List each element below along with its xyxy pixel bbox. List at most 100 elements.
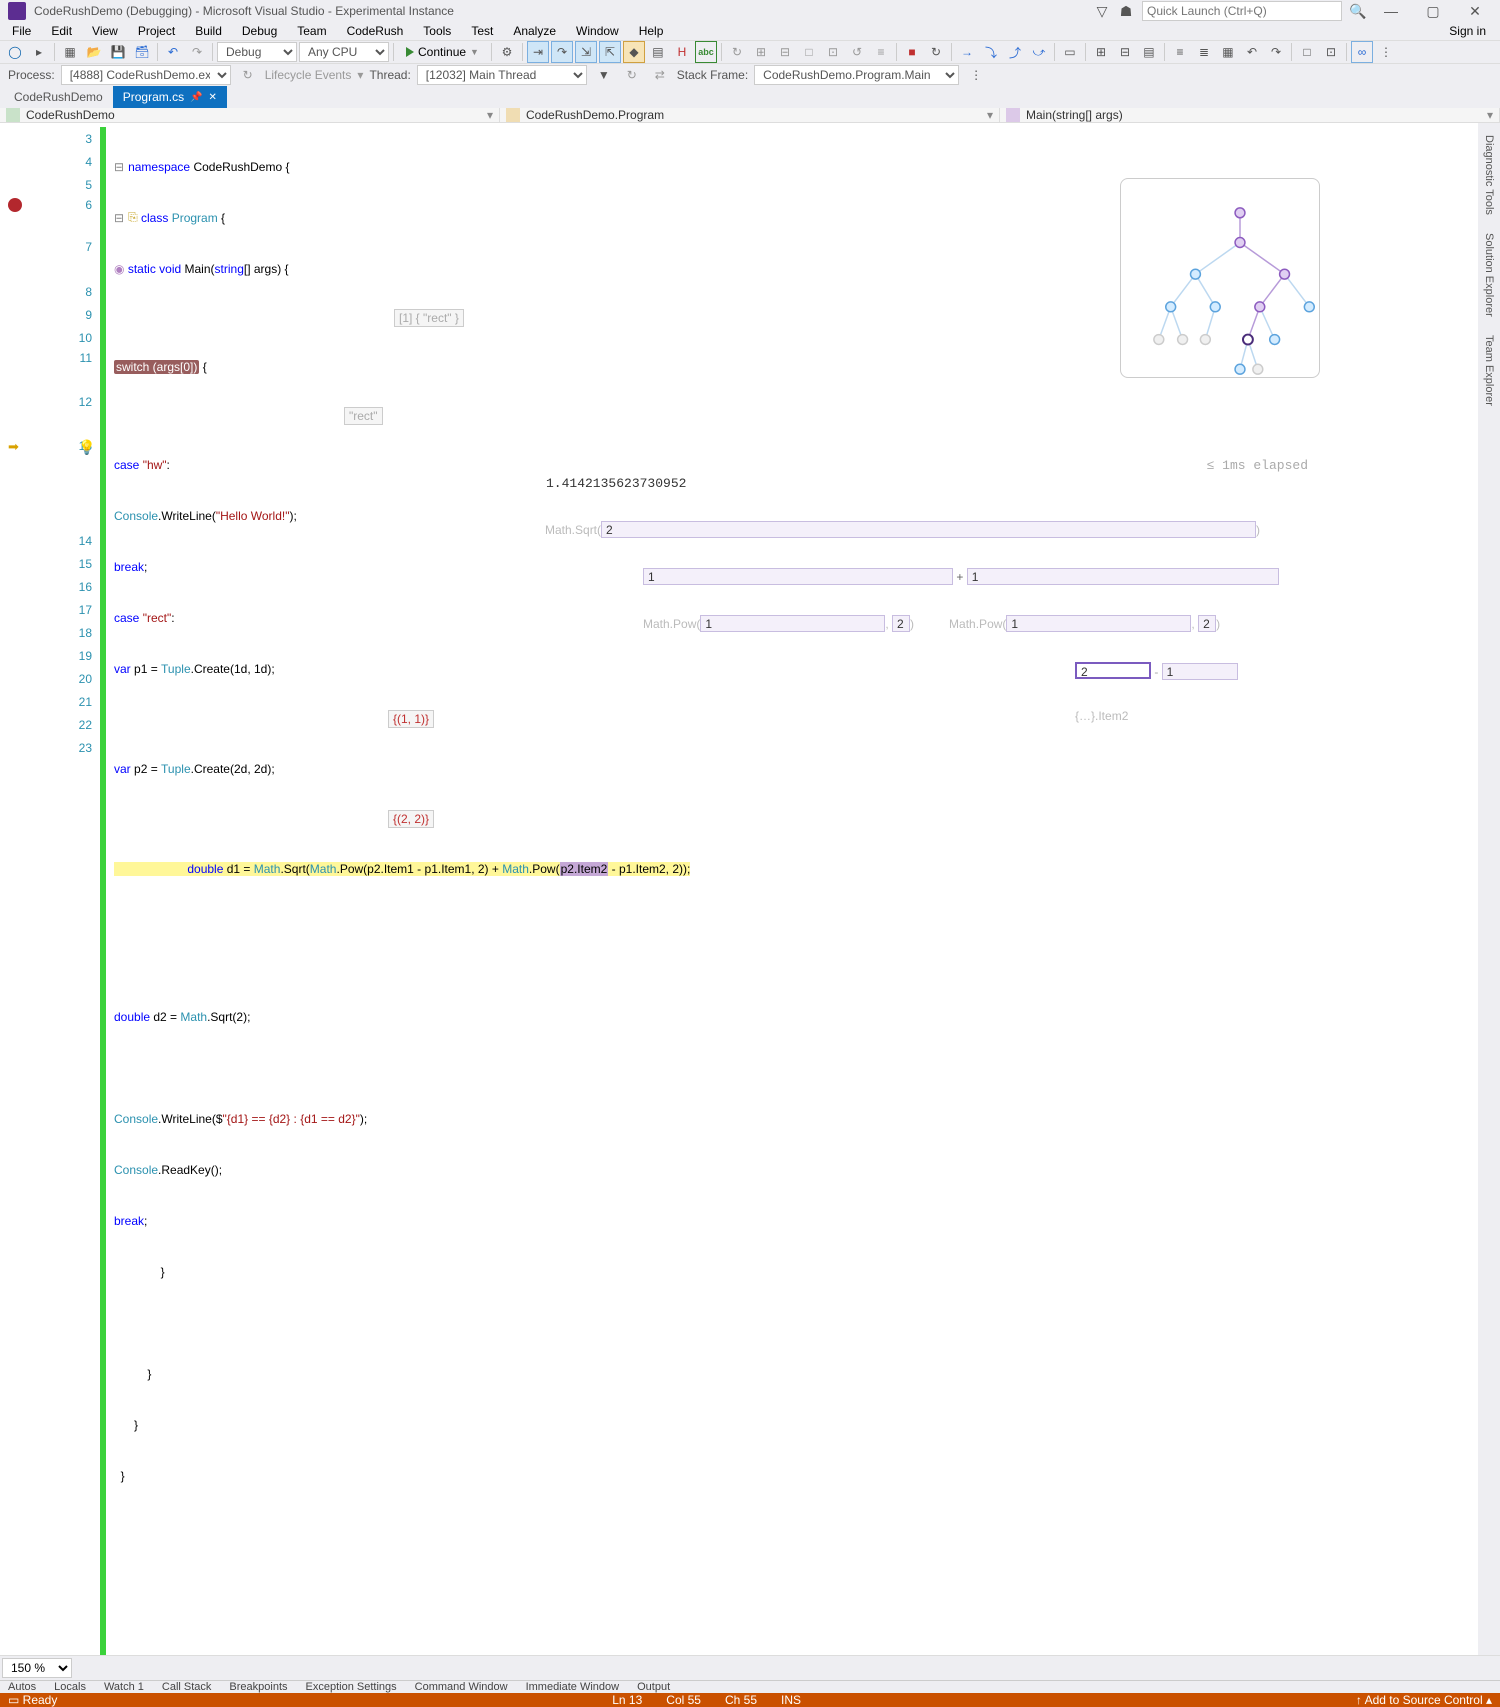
code-editor[interactable]: 3 4 5 6 7 8 9 10 11 12 ➡💡13 14 15 16 17 … <box>0 123 1478 1655</box>
step3-icon[interactable]: ⤻ <box>1028 41 1050 63</box>
tab-program-cs[interactable]: Program.cs 📌 ✕ <box>113 86 227 108</box>
breadcrumb-ns[interactable]: CodeRushDemo▾ <box>0 108 500 122</box>
step-over-icon[interactable]: ↷ <box>551 41 573 63</box>
uncomment-icon[interactable]: ⊟ <box>1114 41 1136 63</box>
nav-back-icon[interactable]: ◯ <box>4 41 26 63</box>
bottom-tab-breakpoints[interactable]: Breakpoints <box>229 1681 287 1693</box>
code-content[interactable]: ⊟namespace CodeRushDemo { ⊟ ⎘ class Prog… <box>100 123 1478 1655</box>
icon-7[interactable]: ≡ <box>870 41 892 63</box>
menu-file[interactable]: File <box>4 22 39 40</box>
menu-team[interactable]: Team <box>289 22 334 40</box>
hex-icon[interactable]: H <box>671 41 693 63</box>
bookmark-icon[interactable]: ▤ <box>1138 41 1160 63</box>
feedback-icon[interactable]: ☗ <box>1118 3 1134 19</box>
tab-close-icon[interactable]: ✕ <box>209 92 217 103</box>
arrow-r-icon[interactable]: → <box>956 41 978 63</box>
link-icon[interactable]: ∞ <box>1351 41 1373 63</box>
nav-fwd-icon[interactable]: ▸ <box>28 41 50 63</box>
fmt2-icon[interactable]: ≣ <box>1193 41 1215 63</box>
stop-icon[interactable]: ■ <box>901 41 923 63</box>
lifecycle-label[interactable]: Lifecycle Events <box>265 68 352 82</box>
filter-icon[interactable]: ▼ <box>593 64 615 86</box>
step1-icon[interactable]: ⤵ <box>980 41 1002 63</box>
side-tab-solution[interactable]: Solution Explorer <box>1481 229 1497 321</box>
menu-analyze[interactable]: Analyze <box>505 22 564 40</box>
step-out-icon[interactable]: ⇲ <box>575 41 597 63</box>
icon-6[interactable]: ↺ <box>846 41 868 63</box>
pin-icon[interactable]: 📌 <box>190 92 202 103</box>
menu-view[interactable]: View <box>84 22 126 40</box>
search-icon[interactable]: 🔍 <box>1350 3 1366 19</box>
menu-project[interactable]: Project <box>130 22 183 40</box>
lightbulb-icon[interactable]: 💡 <box>78 439 95 456</box>
signin-link[interactable]: Sign in <box>1441 22 1496 40</box>
close-button[interactable]: ✕ <box>1458 0 1492 22</box>
bottom-tab-autos[interactable]: Autos <box>8 1681 36 1693</box>
redo-icon[interactable]: ↷ <box>186 41 208 63</box>
gutter[interactable]: 3 4 5 6 7 8 9 10 11 12 ➡💡13 14 15 16 17 … <box>0 123 100 1655</box>
bottom-tab-immediate[interactable]: Immediate Window <box>526 1681 620 1693</box>
life-icon[interactable]: ↻ <box>237 64 259 86</box>
undo-icon[interactable]: ↶ <box>162 41 184 63</box>
menu-help[interactable]: Help <box>631 22 672 40</box>
bottom-tab-exceptions[interactable]: Exception Settings <box>306 1681 397 1693</box>
process-combo[interactable]: [4888] CodeRushDemo.exe <box>61 65 231 85</box>
fmt3-icon[interactable]: ▦ <box>1217 41 1239 63</box>
more-icon[interactable]: ⋮ <box>1375 41 1397 63</box>
breakpoint-icon[interactable] <box>8 198 22 212</box>
status-source-control[interactable]: ↑ Add to Source Control ▴ <box>1356 1693 1492 1707</box>
bp-toggle-icon[interactable]: ◆ <box>623 41 645 63</box>
icon-5[interactable]: ⊡ <box>822 41 844 63</box>
stack-combo[interactable]: CodeRushDemo.Program.Main <box>754 65 959 85</box>
breadcrumb-method[interactable]: Main(string[] args)▾ <box>1000 108 1500 122</box>
restart-icon[interactable]: ↻ <box>925 41 947 63</box>
tool-icon[interactable]: ⚙ <box>496 41 518 63</box>
win-icon[interactable]: ▭ <box>1059 41 1081 63</box>
minimize-button[interactable]: ― <box>1374 0 1408 22</box>
config-combo[interactable]: Debug <box>217 42 297 62</box>
open-icon[interactable]: 📂 <box>83 41 105 63</box>
menu-build[interactable]: Build <box>187 22 230 40</box>
save-icon[interactable]: 💾 <box>107 41 129 63</box>
menu-test[interactable]: Test <box>463 22 501 40</box>
thread-combo[interactable]: [12032] Main Thread <box>417 65 587 85</box>
new-icon[interactable]: ▦ <box>59 41 81 63</box>
bottom-tab-output[interactable]: Output <box>637 1681 670 1693</box>
breadcrumb-cls[interactable]: CodeRushDemo.Program▾ <box>500 108 1000 122</box>
continue-button[interactable]: Continue ▼ <box>398 41 487 63</box>
saveall-icon[interactable]: 🗃 <box>131 41 153 63</box>
maximize-button[interactable]: ▢ <box>1416 0 1450 22</box>
abc-icon[interactable]: abc <box>695 41 717 63</box>
quick-launch-input[interactable] <box>1142 1 1342 21</box>
menu-edit[interactable]: Edit <box>43 22 80 40</box>
comment-icon[interactable]: ⊞ <box>1090 41 1112 63</box>
fmt7-icon[interactable]: ⊡ <box>1320 41 1342 63</box>
platform-combo[interactable]: Any CPU <box>299 42 389 62</box>
stack-opt-icon[interactable]: ⋮ <box>965 64 987 86</box>
step-icon[interactable]: ⇥ <box>527 41 549 63</box>
menu-coderush[interactable]: CodeRush <box>339 22 412 40</box>
bottom-tab-command[interactable]: Command Window <box>415 1681 508 1693</box>
thopt2-icon[interactable]: ⇄ <box>649 64 671 86</box>
icon-4[interactable]: □ <box>798 41 820 63</box>
locals-icon[interactable]: ▤ <box>647 41 669 63</box>
menu-window[interactable]: Window <box>568 22 627 40</box>
step-into-icon[interactable]: ⇱ <box>599 41 621 63</box>
zoom-combo[interactable]: 150 % <box>2 1658 72 1678</box>
fmt5-icon[interactable]: ↷ <box>1265 41 1287 63</box>
fmt6-icon[interactable]: □ <box>1296 41 1318 63</box>
bottom-tab-watch1[interactable]: Watch 1 <box>104 1681 144 1693</box>
step2-icon[interactable]: ⤴ <box>1004 41 1026 63</box>
bottom-tab-callstack[interactable]: Call Stack <box>162 1681 212 1693</box>
bottom-tab-locals[interactable]: Locals <box>54 1681 86 1693</box>
icon-1[interactable]: ↻ <box>726 41 748 63</box>
side-tab-diagnostic[interactable]: Diagnostic Tools <box>1481 131 1497 219</box>
fmt1-icon[interactable]: ≡ <box>1169 41 1191 63</box>
icon-2[interactable]: ⊞ <box>750 41 772 63</box>
icon-3[interactable]: ⊟ <box>774 41 796 63</box>
notify-icon[interactable]: ▽ <box>1094 3 1110 19</box>
tab-coderushdemo[interactable]: CodeRushDemo <box>4 86 113 108</box>
thopt-icon[interactable]: ↻ <box>621 64 643 86</box>
menu-debug[interactable]: Debug <box>234 22 285 40</box>
side-tab-team[interactable]: Team Explorer <box>1481 331 1497 410</box>
